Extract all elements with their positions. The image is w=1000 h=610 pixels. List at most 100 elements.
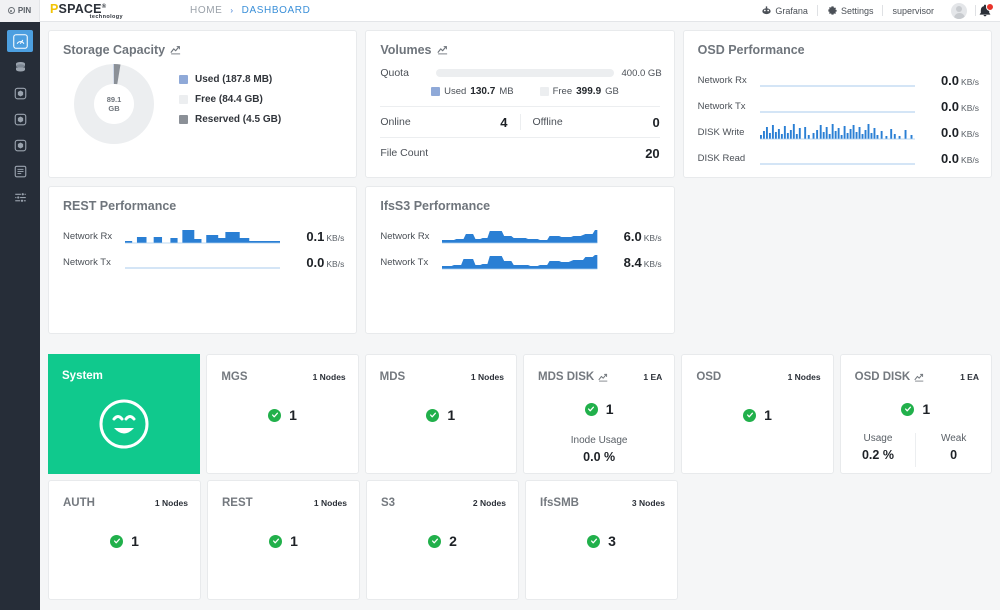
perf-value: 0.0 KB/s: [288, 255, 344, 270]
sidebar-item-settings[interactable]: [7, 186, 33, 208]
status-card-system[interactable]: System: [48, 354, 201, 474]
card-status-value: 1: [289, 407, 297, 423]
settings-link[interactable]: Settings: [818, 5, 883, 16]
perf-value: 0.0 KB/s: [923, 73, 979, 88]
status-card-osd-disk[interactable]: OSD DISK 1 EA 1 Usage 0.2 % Weak 0: [839, 354, 992, 474]
perf-row: Network Rx 6.0 KB/s: [380, 223, 661, 249]
card-status-value: 1: [922, 401, 931, 417]
cube-icon: [14, 139, 26, 151]
volumes-free-label: Free: [552, 86, 573, 97]
card-metric-weak: Weak 0: [916, 433, 991, 467]
card-split-metrics: Usage 0.2 % Weak 0: [841, 433, 991, 467]
perf-value: 6.0 KB/s: [606, 229, 662, 244]
username[interactable]: supervisor: [883, 6, 943, 16]
legend-item: Free (84.4 GB): [179, 94, 281, 105]
smiley-icon: [99, 399, 149, 449]
chart-icon[interactable]: [598, 372, 609, 383]
perf-row: Network Rx 0.1 KB/s: [63, 223, 344, 249]
app-logo[interactable]: PSPACE® technology: [50, 1, 128, 20]
pin-button[interactable]: PIN: [0, 0, 40, 22]
perf-value-unit: KB/s: [961, 76, 979, 87]
cube-icon: [14, 113, 26, 125]
chart-icon[interactable]: [437, 44, 449, 56]
storage-capacity-title: Storage Capacity: [49, 31, 356, 57]
storage-capacity-title-text: Storage Capacity: [63, 43, 166, 57]
perf-sparkline-flat: [759, 69, 915, 91]
volumes-offline-label: Offline: [532, 116, 563, 128]
check-icon: [584, 402, 598, 416]
perf-value-number: 0.1: [306, 228, 325, 244]
volumes-online: Online 4: [380, 107, 507, 137]
sidebar-item-storage[interactable]: [7, 56, 33, 78]
volumes-offline-value: 0: [652, 114, 660, 130]
volumes-used-unit: MB: [499, 86, 514, 97]
card-status: 1: [208, 533, 359, 549]
sparkline-svg: [759, 124, 915, 140]
grafana-icon: [762, 6, 772, 15]
chevron-right-icon: ›: [230, 6, 234, 15]
sparkline-svg: [125, 230, 281, 244]
grafana-link[interactable]: Grafana: [752, 5, 817, 16]
card-status: 3: [526, 533, 677, 549]
status-card-osd[interactable]: OSD 1 Nodes 1: [681, 354, 834, 474]
card-status-value: 3: [608, 533, 616, 549]
perf-label: Network Tx: [697, 100, 746, 112]
card-node-count: 1 Nodes: [312, 372, 346, 382]
chart-icon[interactable]: [914, 372, 925, 383]
card-metric-usage: Usage 0.2 %: [841, 433, 916, 467]
sidebar-item-volume[interactable]: [7, 82, 33, 104]
rest-performance-panel: REST Performance Network Rx 0.1 KB/s Netw…: [48, 186, 358, 334]
sidebar: [0, 22, 40, 610]
card-status: 1: [207, 407, 357, 423]
card-node-count: 1 Nodes: [787, 372, 821, 382]
sidebar-item-object[interactable]: [7, 108, 33, 130]
perf-sparkline-flat: [125, 251, 281, 273]
legend-swatch-used: [179, 75, 188, 84]
status-card-auth[interactable]: AUTH 1 Nodes 1: [48, 480, 201, 600]
status-card-s3[interactable]: S3 2 Nodes 2: [366, 480, 519, 600]
card-node-count: 1 EA: [960, 372, 979, 382]
status-card-mds[interactable]: MDS 1 Nodes 1: [364, 354, 517, 474]
status-card-mgs[interactable]: MGS 1 Nodes 1: [206, 354, 359, 474]
sidebar-item-cluster[interactable]: [7, 134, 33, 156]
status-card-rest[interactable]: REST 1 Nodes 1: [207, 480, 360, 600]
volumes-free-unit: GB: [605, 86, 619, 97]
perf-sparkline-stepped: [125, 225, 281, 247]
card-title: S3: [381, 497, 396, 509]
perf-row: Network Tx 0.0 KB/s: [63, 249, 344, 275]
perf-label: Network Rx: [380, 230, 430, 242]
card-node-count: 2 Nodes: [472, 498, 506, 508]
legend-label-used: Used (187.8 MB): [195, 74, 273, 85]
status-cards-row-1: System MGS 1 Nodes 1 MDS 1 Nodes 1 MDS D…: [48, 354, 992, 474]
card-title: AUTH: [63, 497, 95, 509]
volumes-used-value: 130.7: [470, 86, 496, 97]
sparkline-svg: [759, 163, 915, 165]
storage-capacity-panel: Storage Capacity 89.1 GB Used (187.8 MB)…: [48, 30, 358, 178]
volumes-online-value: 4: [500, 114, 508, 130]
card-metric-value: 0.2 %: [861, 448, 894, 462]
sidebar-item-logs[interactable]: [7, 160, 33, 182]
chart-icon[interactable]: [170, 44, 182, 56]
perf-value-number: 0.0: [940, 124, 960, 140]
card-title-text: MDS DISK: [537, 371, 595, 383]
card-node-count: 1 Nodes: [154, 498, 188, 508]
storage-total-unit: GB: [108, 104, 120, 113]
volumes-title-text: Volumes: [380, 43, 432, 57]
volumes-used-label: Used: [444, 86, 467, 97]
ifss3-performance-title: IfsS3 Performance: [366, 187, 673, 213]
breadcrumb-dashboard[interactable]: DASHBOARD: [242, 5, 311, 16]
perf-sparkline-flat: [759, 147, 915, 169]
status-card-mds-disk[interactable]: MDS DISK 1 EA 1 Inode Usage 0.0 %: [522, 354, 676, 474]
breadcrumb-home[interactable]: HOME: [190, 5, 222, 16]
card-node-count: 1 Nodes: [470, 372, 504, 382]
panel-row-2: REST Performance Network Rx 0.1 KB/s Netw…: [48, 186, 992, 334]
avatar[interactable]: [951, 2, 967, 19]
osd-performance-title: OSD Performance: [684, 31, 991, 57]
status-card-ifssmb[interactable]: IfsSMB 3 Nodes 3: [525, 480, 678, 600]
sidebar-item-dashboard[interactable]: [7, 30, 33, 52]
notifications-button[interactable]: [976, 2, 994, 19]
storage-total-value: 89.1: [106, 95, 122, 104]
sparkline-svg: [759, 111, 915, 113]
username-label: supervisor: [892, 5, 934, 16]
perf-row: Network Tx 0.0 KB/s: [698, 93, 979, 119]
